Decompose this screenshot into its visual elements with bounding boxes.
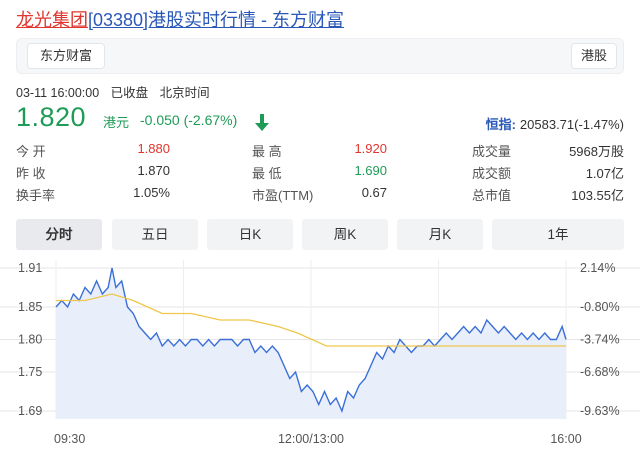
- quote-stats: 今 开 1.880 最 高 1.920 成交量 5968万股 昨 收 1.870…: [16, 141, 624, 205]
- timezone-label: 北京时间: [159, 86, 210, 100]
- y-tick-right: -6.68%: [580, 365, 620, 379]
- stat-value: 103.55亿: [571, 188, 624, 203]
- stat-label: 最 低: [252, 166, 282, 181]
- y-tick-left: 1.75: [18, 365, 42, 379]
- stat-value: 1.870: [137, 163, 170, 178]
- stat-value: 0.67: [361, 185, 387, 200]
- stock-name-link[interactable]: 龙光集团: [16, 10, 88, 30]
- y-tick-left: 1.91: [18, 261, 42, 275]
- quote-meta: 03-11 16:00:00 已收盘 北京时间: [16, 82, 218, 101]
- stat-label: 成交额: [472, 166, 512, 181]
- stat-value: 1.920: [354, 141, 387, 156]
- stat-label: 最 高: [252, 144, 282, 159]
- source-card: 东方财富 港股: [16, 38, 624, 74]
- y-tick-right: -9.63%: [580, 404, 620, 418]
- x-tick: 16:00: [550, 432, 581, 446]
- index-value: 20583.71(-1.47%): [519, 117, 624, 132]
- arrow-down-icon: [255, 114, 269, 131]
- stat-value: 1.880: [137, 141, 170, 156]
- market-tab[interactable]: 港股: [570, 43, 617, 69]
- hang-seng-index[interactable]: 恒指: 20583.71(-1.47%): [486, 114, 624, 133]
- intraday-chart[interactable]: 1.91 2.14% 1.85 -0.80% 1.80 -3.74% 1.75 -6.68% 1…: [0, 256, 640, 452]
- y-tick-right: -0.80%: [580, 300, 620, 314]
- y-tick-left: 1.69: [18, 404, 42, 418]
- stat-label: 今 开: [16, 144, 46, 159]
- index-label[interactable]: 恒指:: [486, 117, 516, 132]
- market-status: 已收盘: [110, 86, 149, 100]
- stat-label: 换手率: [16, 188, 56, 203]
- page-title-text[interactable]: [03380]港股实时行情 - 东方财富: [88, 10, 344, 30]
- x-tick: 09:30: [54, 432, 85, 446]
- stat-label: 总市值: [472, 188, 512, 203]
- stat-label: 成交量: [472, 144, 512, 159]
- currency-label: 港元: [103, 115, 130, 130]
- stat-label: 市盈(TTM): [252, 188, 314, 203]
- stat-value: 1.05%: [133, 185, 170, 200]
- y-tick-left: 1.80: [18, 333, 42, 347]
- tab-five-day[interactable]: 五日: [112, 219, 198, 250]
- stat-value: 1.07亿: [585, 166, 624, 181]
- page-title-link[interactable]: 龙光集团[03380]港股实时行情 - 东方财富: [16, 6, 344, 32]
- stat-value: 1.690: [354, 163, 387, 178]
- y-tick-left: 1.85: [18, 300, 42, 314]
- quote-datetime: 03-11 16:00:00: [16, 86, 100, 100]
- stat-value: 5968万股: [569, 144, 624, 159]
- stat-label: 昨 收: [16, 166, 46, 181]
- y-tick-right: 2.14%: [580, 261, 615, 275]
- tab-one-year[interactable]: 1年: [492, 219, 624, 250]
- tab-daily-k[interactable]: 日K: [207, 219, 293, 250]
- tab-intraday[interactable]: 分时: [16, 219, 102, 250]
- tab-monthly-k[interactable]: 月K: [397, 219, 483, 250]
- brand-tab[interactable]: 东方财富: [27, 43, 106, 69]
- y-tick-right: -3.74%: [580, 333, 620, 347]
- price-change: -0.050 (-2.67%): [140, 112, 238, 128]
- tab-weekly-k[interactable]: 周K: [302, 219, 388, 250]
- current-price: 1.820: [16, 102, 87, 132]
- period-tabs: 分时 五日 日K 周K 月K 1年: [16, 219, 624, 251]
- x-tick: 12:00/13:00: [278, 432, 344, 446]
